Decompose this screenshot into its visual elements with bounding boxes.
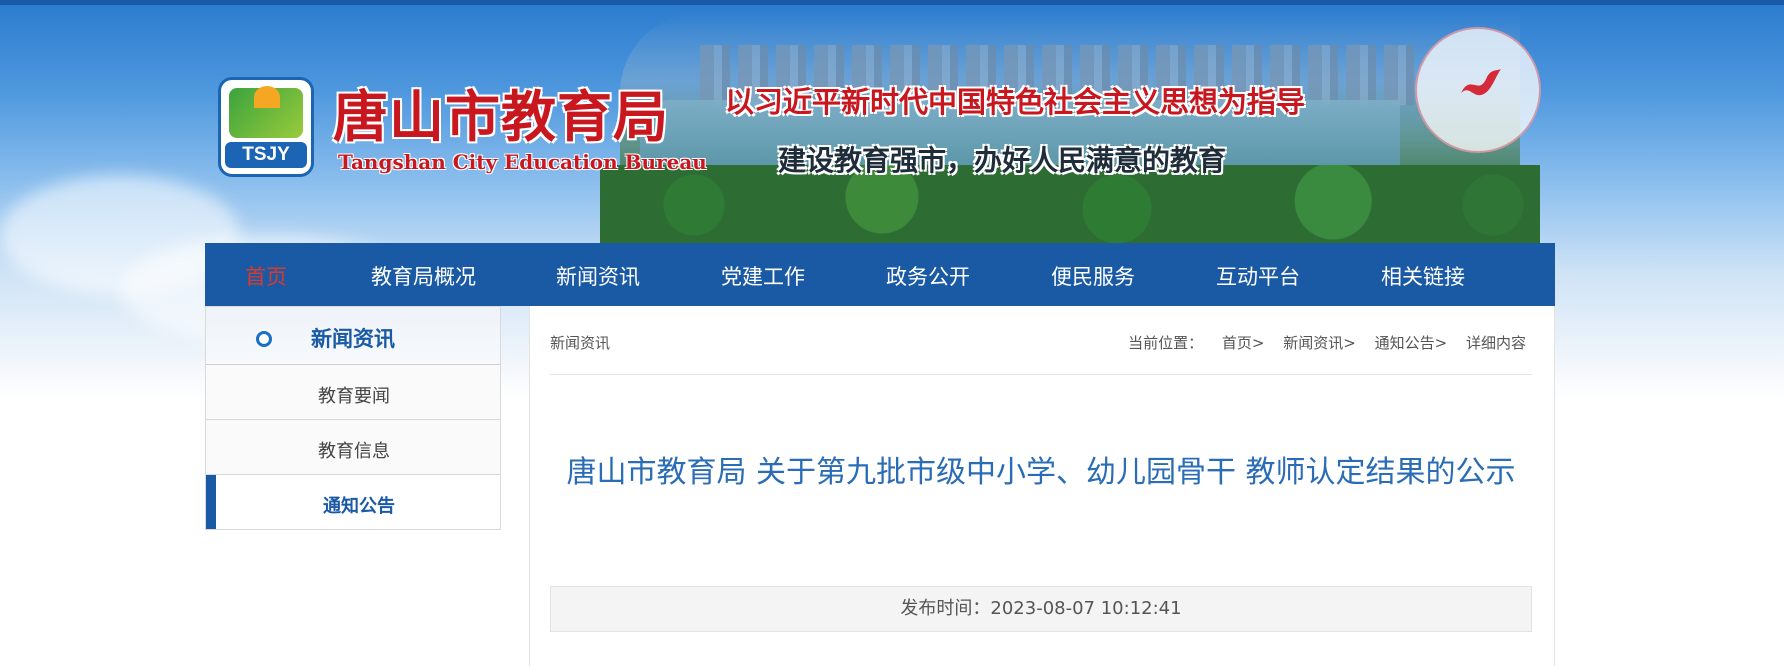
main-nav: 首页 教育局概况 新闻资讯 党建工作 政务公开 便民服务 互动平台 相关链接 — [205, 243, 1555, 306]
slogan-line-1: 以习近平新时代中国特色社会主义思想为指导 — [725, 85, 1306, 119]
slogan-line-2: 建设教育强市，办好人民满意的教育 — [778, 144, 1227, 177]
breadcrumb-bar: 新闻资讯 当前位置： 首页> 新闻资讯> 通知公告> 详细内容 — [550, 306, 1532, 375]
site-logo[interactable]: TSJY — [218, 77, 314, 177]
nav-item-overview[interactable]: 教育局概况 — [371, 261, 476, 291]
sidebar-item-education-info[interactable]: 教育信息 — [205, 420, 501, 475]
ribbon-icon — [1461, 69, 1501, 96]
government-seal-icon[interactable] — [1415, 27, 1541, 153]
section-title: 新闻资讯 — [550, 334, 611, 352]
nav-item-links[interactable]: 相关链接 — [1381, 261, 1465, 291]
site-subtitle: Tangshan City Education Bureau — [338, 150, 707, 174]
nav-item-home[interactable]: 首页 — [245, 261, 287, 291]
breadcrumb: 当前位置： 首页> 新闻资讯> 通知公告> 详细内容 — [1128, 332, 1526, 353]
logo-text: TSJY — [225, 142, 307, 168]
nav-item-services[interactable]: 便民服务 — [1051, 261, 1135, 291]
sidebar-item-label: 通知公告 — [323, 496, 395, 517]
sidebar-item-education-news[interactable]: 教育要闻 — [205, 365, 501, 420]
breadcrumb-detail: 详细内容 — [1465, 334, 1526, 352]
article-content: 新闻资讯 当前位置： 首页> 新闻资讯> 通知公告> 详细内容 唐山市教育局 关… — [529, 306, 1555, 666]
nav-item-news[interactable]: 新闻资讯 — [556, 261, 640, 291]
nav-item-gov-affairs[interactable]: 政务公开 — [886, 261, 970, 291]
sidebar-item-label: 教育信息 — [318, 441, 390, 462]
breadcrumb-label: 当前位置： — [1128, 334, 1204, 352]
sidebar-item-label: 教育要闻 — [318, 386, 390, 407]
logo-flower-icon — [254, 86, 280, 108]
sidebar-heading: 新闻资讯 — [205, 306, 501, 365]
sidebar-heading-label: 新闻资讯 — [311, 327, 395, 351]
breadcrumb-news[interactable]: 新闻资讯> — [1283, 334, 1356, 352]
sidebar: 新闻资讯 教育要闻 教育信息 通知公告 — [205, 306, 501, 530]
publish-time: 发布时间：2023-08-07 10:12:41 — [550, 586, 1532, 632]
article-title: 唐山市教育局 关于第九批市级中小学、幼儿园骨干 教师认定结果的公示 — [566, 455, 1516, 490]
breadcrumb-home[interactable]: 首页> — [1222, 334, 1265, 352]
bullet-icon — [256, 331, 272, 347]
nav-item-interaction[interactable]: 互动平台 — [1216, 261, 1300, 291]
sidebar-item-notices[interactable]: 通知公告 — [205, 475, 501, 530]
site-title[interactable]: 唐山市教育局 — [333, 85, 669, 149]
nav-item-party[interactable]: 党建工作 — [721, 261, 805, 291]
breadcrumb-notices[interactable]: 通知公告> — [1375, 334, 1448, 352]
